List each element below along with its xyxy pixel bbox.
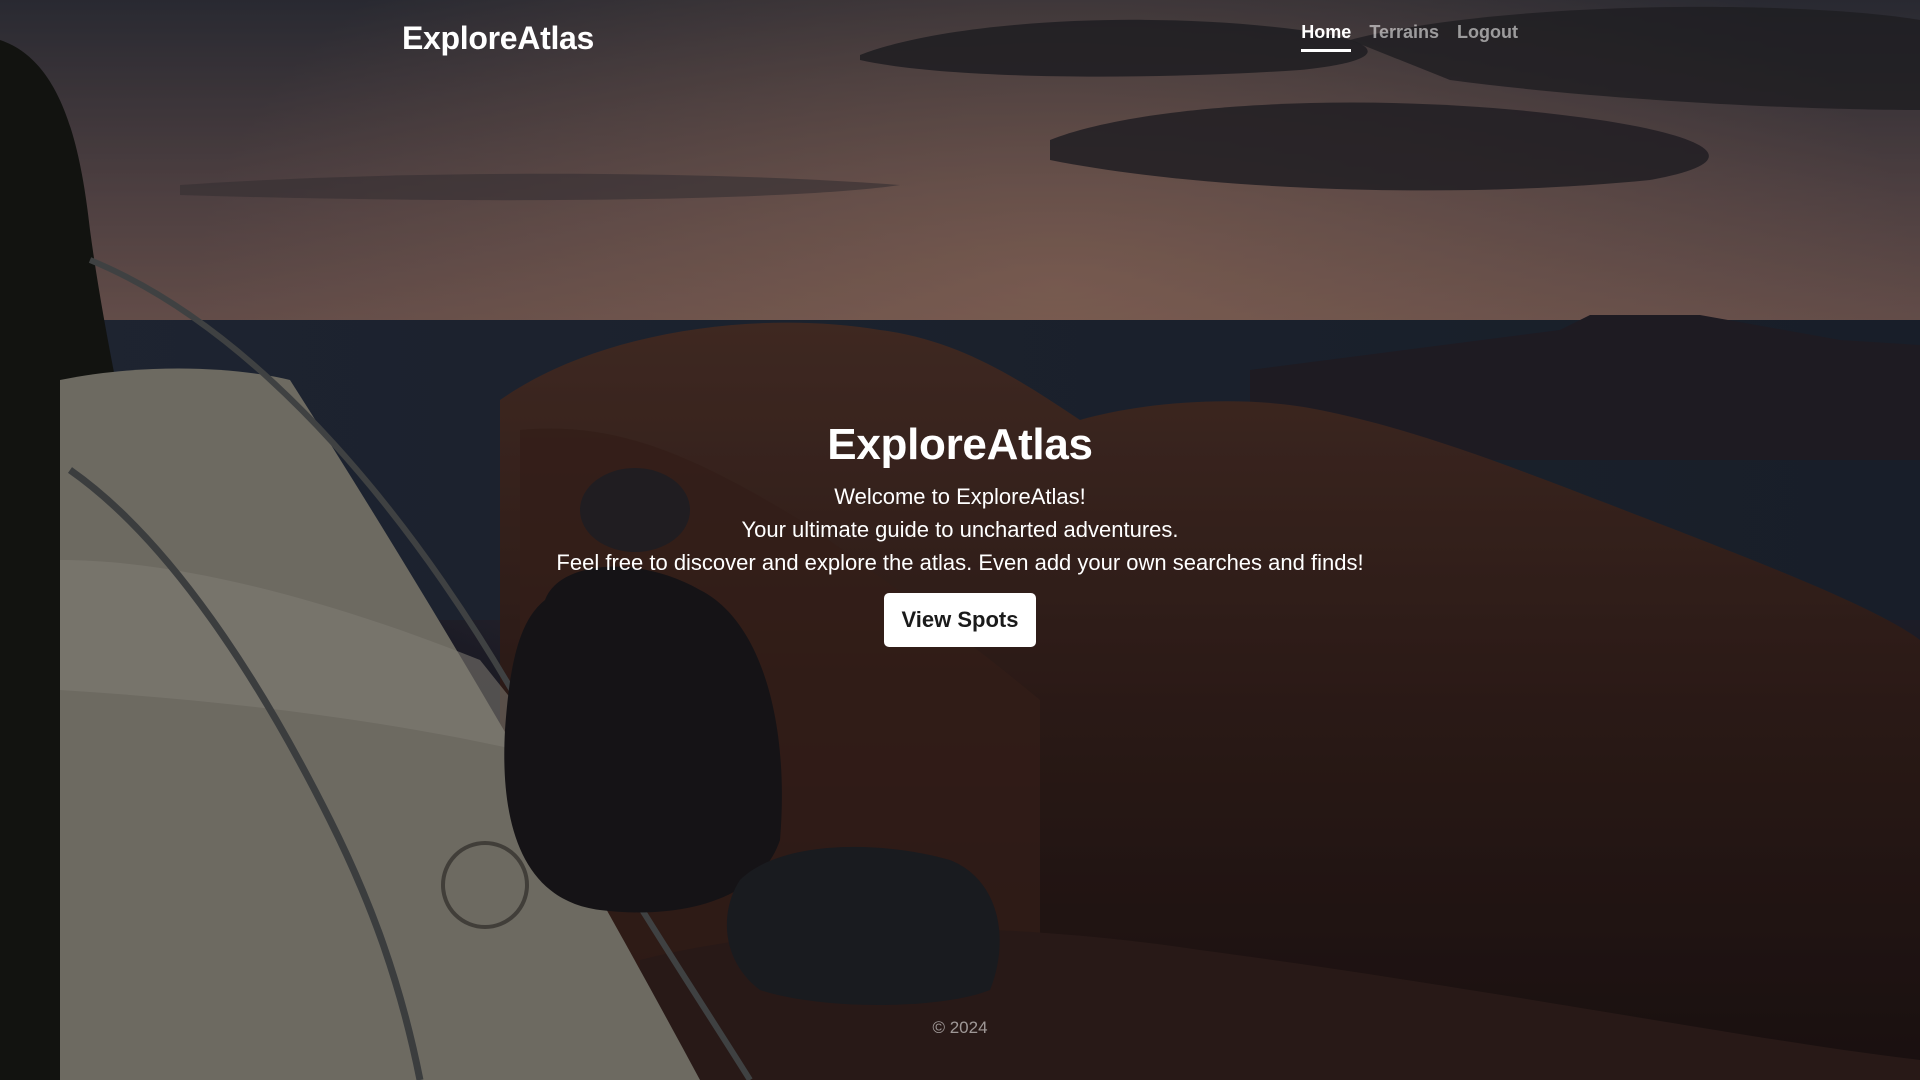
hero-description-text: Feel free to discover and explore the at…	[556, 550, 1364, 575]
brand-logo[interactable]: ExploreAtlas	[402, 20, 594, 57]
hero-title: ExploreAtlas	[827, 420, 1093, 469]
hero-section: ExploreAtlas Welcome to ExploreAtlas! Yo…	[0, 420, 1920, 647]
footer-copyright: © 2024	[932, 1018, 988, 1037]
hero-tagline-text: Your ultimate guide to uncharted adventu…	[741, 517, 1179, 542]
hero-welcome-text: Welcome to ExploreAtlas!	[834, 484, 1086, 509]
top-navbar: ExploreAtlas Home Terrains Logout	[402, 0, 1518, 76]
nav-home-link[interactable]: Home	[1301, 22, 1352, 52]
nav-terrains-link[interactable]: Terrains	[1369, 22, 1439, 52]
nav-logout-link[interactable]: Logout	[1457, 22, 1518, 52]
main-nav: Home Terrains Logout	[1301, 22, 1518, 52]
view-spots-button[interactable]: View Spots	[883, 593, 1037, 647]
